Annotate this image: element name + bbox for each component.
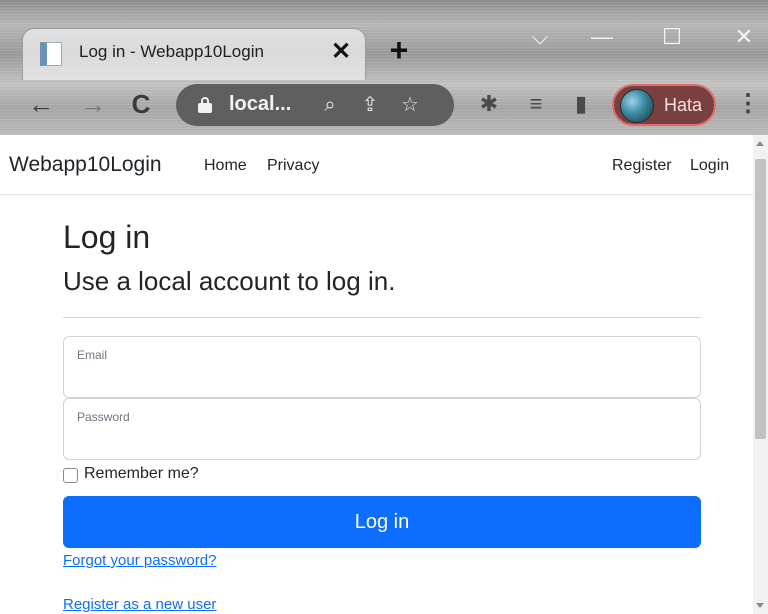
profile-button[interactable]: Hata bbox=[612, 84, 716, 126]
nav-link-login[interactable]: Login bbox=[690, 157, 729, 175]
media-controls-icon[interactable]: ≡ bbox=[521, 89, 551, 119]
site-brand-link[interactable]: Webapp10Login bbox=[9, 153, 162, 177]
side-panel-icon[interactable]: ▮ bbox=[566, 89, 596, 119]
password-field[interactable]: Password bbox=[63, 398, 701, 460]
page-favicon-icon bbox=[40, 42, 62, 66]
lock-icon[interactable] bbox=[198, 97, 212, 113]
reload-icon[interactable]: C bbox=[124, 87, 158, 121]
email-label: Email bbox=[77, 348, 108, 362]
divider bbox=[63, 317, 701, 318]
extensions-puzzle-icon[interactable]: ✱ bbox=[474, 89, 504, 119]
site-navbar: Webapp10Login Home Privacy Register Logi… bbox=[0, 135, 753, 195]
bookmark-star-icon[interactable]: ☆ bbox=[396, 91, 424, 119]
scroll-down-arrow-icon[interactable] bbox=[756, 603, 764, 608]
password-input[interactable] bbox=[76, 429, 686, 453]
nav-link-privacy[interactable]: Privacy bbox=[267, 157, 319, 175]
login-submit-button[interactable]: Log in bbox=[63, 496, 701, 548]
email-input[interactable] bbox=[76, 367, 686, 391]
page-scrollbar[interactable] bbox=[753, 135, 768, 614]
browser-chrome: Log in - Webapp10Login ✕ + ⌵ — ☐ ✕ ← → C… bbox=[0, 0, 768, 135]
email-field[interactable]: Email bbox=[63, 336, 701, 398]
scrollbar-thumb[interactable] bbox=[755, 159, 766, 439]
page-subtitle: Use a local account to log in. bbox=[63, 266, 396, 296]
remember-me-checkbox[interactable] bbox=[63, 468, 78, 483]
register-new-user-link[interactable]: Register as a new user bbox=[63, 596, 216, 613]
forgot-password-link[interactable]: Forgot your password? bbox=[63, 552, 216, 569]
page-title: Log in bbox=[63, 219, 151, 255]
nav-link-home[interactable]: Home bbox=[204, 157, 247, 175]
address-bar[interactable]: local... ⌕ ⇪ ☆ bbox=[176, 84, 454, 126]
avatar bbox=[620, 89, 654, 123]
maximize-window-button[interactable]: ☐ bbox=[654, 22, 690, 52]
forward-arrow-icon[interactable]: → bbox=[76, 87, 110, 121]
zoom-icon[interactable]: ⌕ bbox=[316, 91, 344, 119]
minimize-window-button[interactable]: — bbox=[584, 22, 620, 52]
profile-name: Hata bbox=[664, 95, 703, 115]
tab-search-dropdown-icon[interactable]: ⌵ bbox=[522, 22, 558, 52]
tab-close-icon[interactable]: ✕ bbox=[327, 38, 355, 66]
nav-link-register[interactable]: Register bbox=[612, 157, 672, 175]
page-content: Webapp10Login Home Privacy Register Logi… bbox=[0, 135, 753, 614]
back-arrow-icon[interactable]: ← bbox=[24, 87, 58, 121]
new-tab-button[interactable]: + bbox=[384, 34, 414, 66]
browser-tab[interactable]: Log in - Webapp10Login ✕ bbox=[22, 28, 366, 80]
browser-menu-icon[interactable]: ⋮ bbox=[736, 89, 760, 119]
scroll-up-arrow-icon[interactable] bbox=[756, 141, 764, 146]
password-label: Password bbox=[77, 410, 130, 424]
remember-me-label[interactable]: Remember me? bbox=[84, 465, 199, 483]
url-text[interactable]: local... bbox=[229, 93, 291, 116]
close-window-button[interactable]: ✕ bbox=[726, 22, 762, 52]
tab-title: Log in - Webapp10Login bbox=[79, 42, 264, 61]
share-icon[interactable]: ⇪ bbox=[356, 91, 384, 119]
